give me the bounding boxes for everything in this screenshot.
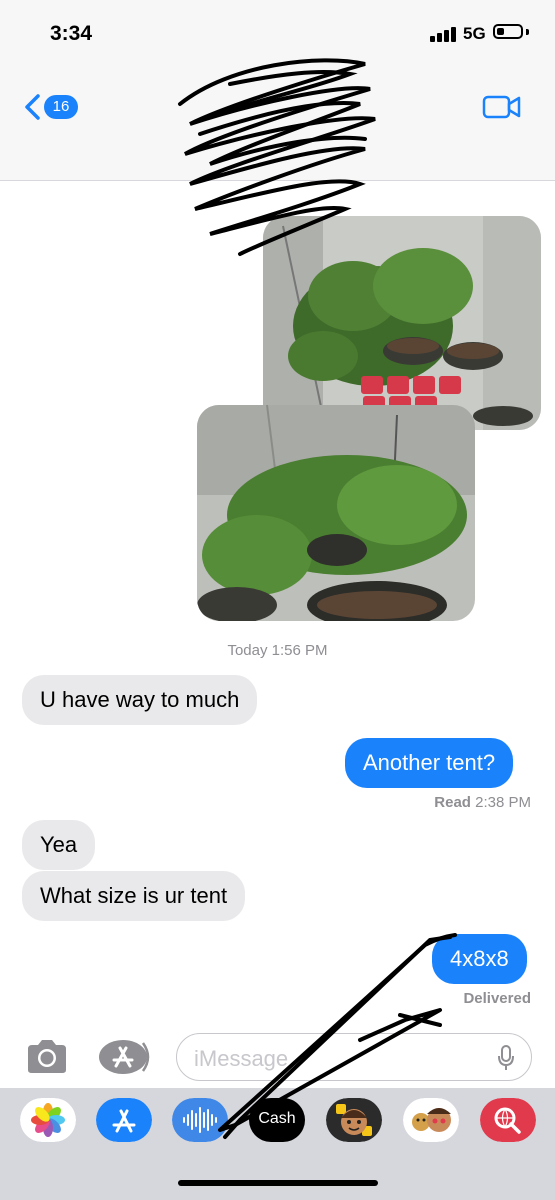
- unread-count-badge[interactable]: 16: [44, 95, 78, 119]
- message-bubble-incoming[interactable]: What size is ur tent: [22, 871, 246, 921]
- camera-icon[interactable]: [24, 1038, 70, 1076]
- photos-icon[interactable]: [20, 1098, 76, 1142]
- pen-stroke-scribble: [218, 933, 457, 1139]
- read-label: Read: [434, 794, 471, 811]
- back-chevron-icon[interactable]: [22, 93, 44, 121]
- plant-photo-2[interactable]: [197, 405, 475, 621]
- video-call-icon[interactable]: [482, 94, 522, 120]
- message-bubble-incoming[interactable]: U have way to much: [22, 675, 258, 725]
- read-receipt: Read 2:38 PM: [434, 794, 531, 811]
- status-time: 3:34: [50, 22, 93, 45]
- battery-tip: [526, 29, 529, 35]
- signal-icon: [430, 26, 460, 42]
- conversation-timestamp: Today 1:56 PM: [227, 642, 328, 659]
- app-store-icon[interactable]: [96, 1098, 152, 1142]
- app-store-button-icon[interactable]: [99, 1038, 151, 1076]
- microphone-icon[interactable]: [496, 1044, 516, 1072]
- web-search-icon[interactable]: [480, 1098, 536, 1142]
- read-time: 2:38 PM: [475, 794, 531, 811]
- redaction-scribble: [178, 58, 376, 256]
- message-bubble-outgoing[interactable]: Another tent?: [345, 738, 514, 788]
- battery-icon: [493, 24, 523, 39]
- network-label: 5G: [463, 24, 486, 43]
- delivered-status: Delivered: [463, 990, 531, 1007]
- message-bubble-incoming[interactable]: Yea: [22, 820, 96, 870]
- home-indicator[interactable]: [178, 1180, 378, 1186]
